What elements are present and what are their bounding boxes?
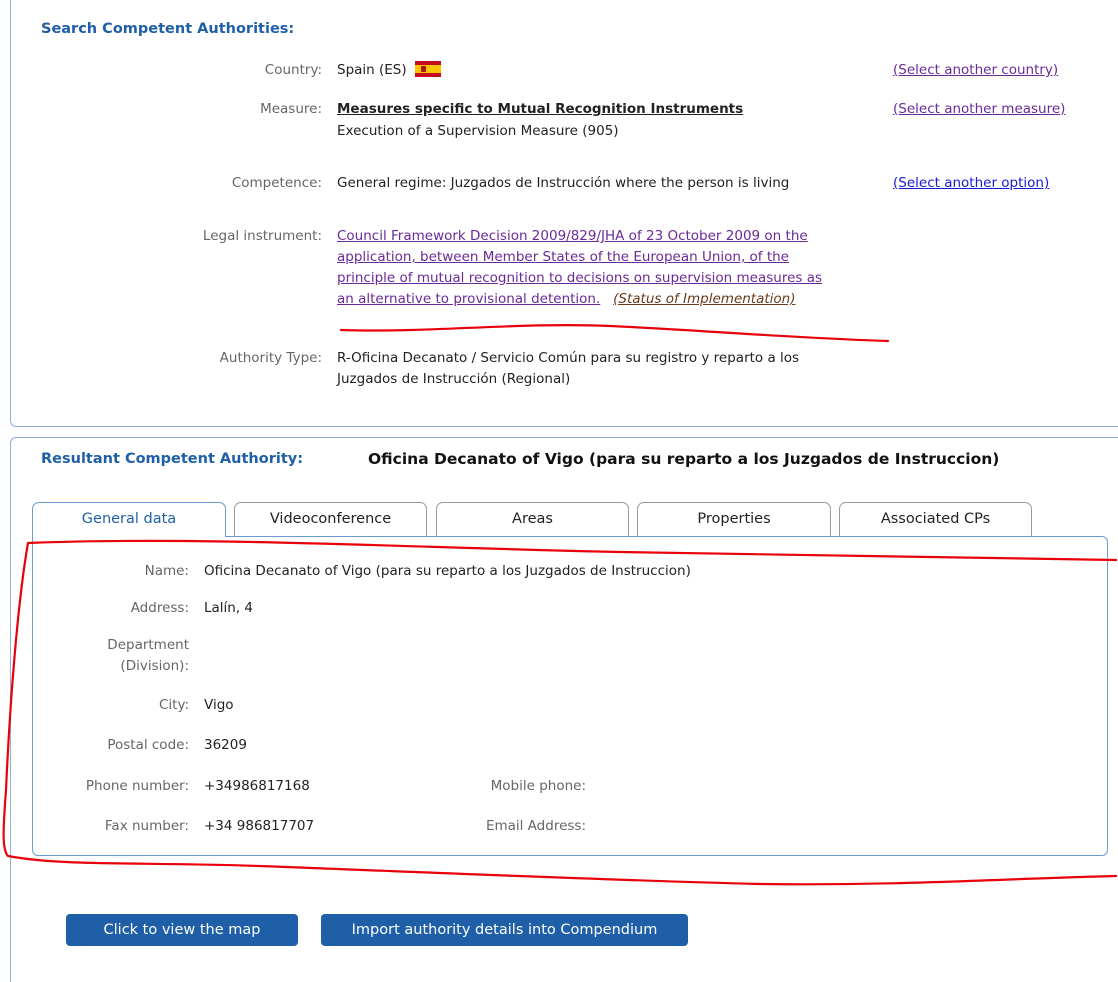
tab-associated-cps[interactable]: Associated CPs	[839, 502, 1032, 536]
department-label-line-2: (Division):	[120, 658, 189, 674]
select-country-link[interactable]: (Select another country)	[893, 60, 1058, 81]
legal-line-4[interactable]: an alternative to provisional detention.	[337, 291, 600, 307]
select-measure-link[interactable]: (Select another measure)	[893, 99, 1065, 120]
authority-type-value: R-Oficina Decanato / Servicio Común para…	[337, 348, 799, 390]
result-authority-name: Oficina Decanato of Vigo (para su repart…	[368, 450, 1000, 468]
legal-line-1[interactable]: Council Framework Decision 2009/829/JHA …	[337, 226, 822, 247]
status-of-implementation-link[interactable]: (Status of Implementation)	[613, 291, 795, 307]
postal-code-label: Postal code:	[107, 737, 189, 753]
city-value: Vigo	[204, 697, 234, 713]
general-data-panel	[32, 536, 1108, 856]
country-value: Spain (ES)	[337, 60, 441, 81]
tab-areas[interactable]: Areas	[436, 502, 629, 536]
legal-line-3[interactable]: principle of mutual recognition to decis…	[337, 268, 822, 289]
department-label-line-1: Department	[107, 637, 189, 653]
view-map-button[interactable]: Click to view the map	[66, 914, 298, 946]
department-label: Department (Division):	[44, 635, 189, 677]
fax-value: +34 986817707	[204, 818, 315, 834]
postal-code-value: 36209	[204, 737, 247, 753]
address-label: Address:	[130, 600, 189, 616]
phone-value: +34986817168	[204, 778, 310, 794]
authority-type-line-2: Juzgados de Instrucción (Regional)	[337, 371, 571, 387]
tab-videoconference[interactable]: Videoconference	[234, 502, 427, 536]
legal-instrument-link[interactable]: Council Framework Decision 2009/829/JHA …	[337, 226, 822, 310]
city-label: City:	[158, 697, 189, 713]
email-address-label: Email Address:	[485, 818, 586, 834]
competence-value: General regime: Juzgados de Instrucción …	[337, 175, 790, 191]
measure-subtitle: Execution of a Supervision Measure (905)	[337, 123, 619, 139]
measure-label: Measure:	[260, 101, 322, 117]
result-section-title: Resultant Competent Authority:	[41, 451, 303, 467]
spain-flag-icon	[414, 61, 441, 77]
tab-properties[interactable]: Properties	[637, 502, 831, 536]
phone-label: Phone number:	[85, 778, 189, 794]
fax-label: Fax number:	[104, 818, 189, 834]
address-value: Lalín, 4	[204, 600, 254, 616]
legal-line-2[interactable]: application, between Member States of th…	[337, 247, 822, 268]
search-section-title: Search Competent Authorities:	[41, 21, 295, 37]
select-option-link[interactable]: (Select another option)	[893, 173, 1049, 194]
country-label: Country:	[264, 62, 322, 78]
tab-general-data[interactable]: General data	[32, 502, 226, 537]
import-authority-button[interactable]: Import authority details into Compendium	[321, 914, 688, 946]
authority-type-line-1: R-Oficina Decanato / Servicio Común para…	[337, 350, 800, 366]
measure-title: Measures specific to Mutual Recognition …	[337, 101, 744, 117]
name-label: Name:	[144, 563, 189, 579]
competence-label: Competence:	[231, 175, 322, 191]
mobile-phone-label: Mobile phone:	[490, 778, 586, 794]
authority-type-label: Authority Type:	[219, 350, 322, 366]
legal-instrument-label: Legal instrument:	[202, 228, 322, 244]
name-value: Oficina Decanato of Vigo (para su repart…	[204, 563, 691, 579]
country-text: Spain (ES)	[337, 62, 407, 78]
